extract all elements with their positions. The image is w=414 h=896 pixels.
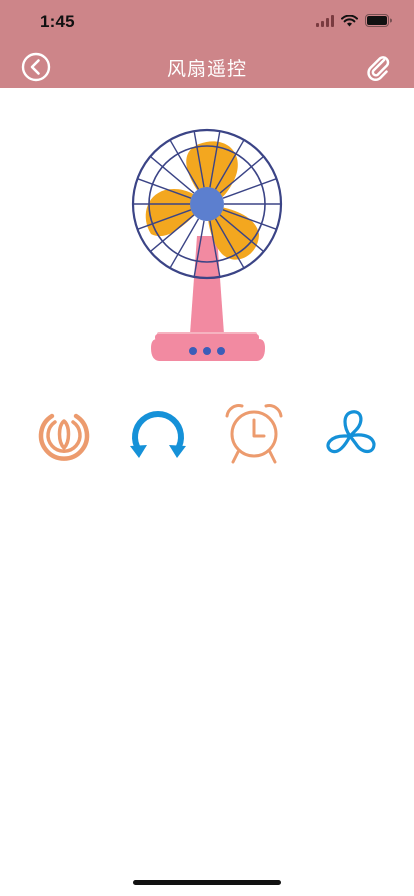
rotate-icon [130, 411, 186, 458]
status-bar: 1:45 [0, 0, 414, 44]
status-time: 1:45 [40, 12, 75, 31]
control-row [0, 400, 414, 470]
cellular-signal-icon [316, 14, 334, 27]
rotate-button[interactable] [126, 400, 190, 466]
fan-speed-button[interactable] [318, 400, 382, 466]
wifi-icon [341, 14, 358, 26]
nav-bar: 风扇遥控 [0, 44, 414, 88]
alarm-clock-icon [225, 404, 283, 464]
fan-blade-icon [326, 410, 376, 454]
paperclip-icon [367, 56, 390, 81]
power-button[interactable] [32, 400, 96, 466]
status-icons [316, 14, 392, 27]
page-title: 风扇遥控 [166, 59, 247, 80]
header: 1:45 风扇遥控 [0, 0, 414, 88]
battery-icon [365, 14, 392, 27]
timer-button[interactable] [222, 400, 286, 466]
fan-illustration [131, 128, 283, 361]
attachment-button[interactable] [362, 51, 394, 83]
fan-hub [190, 187, 224, 221]
power-icon [38, 413, 90, 461]
home-indicator [133, 880, 281, 885]
